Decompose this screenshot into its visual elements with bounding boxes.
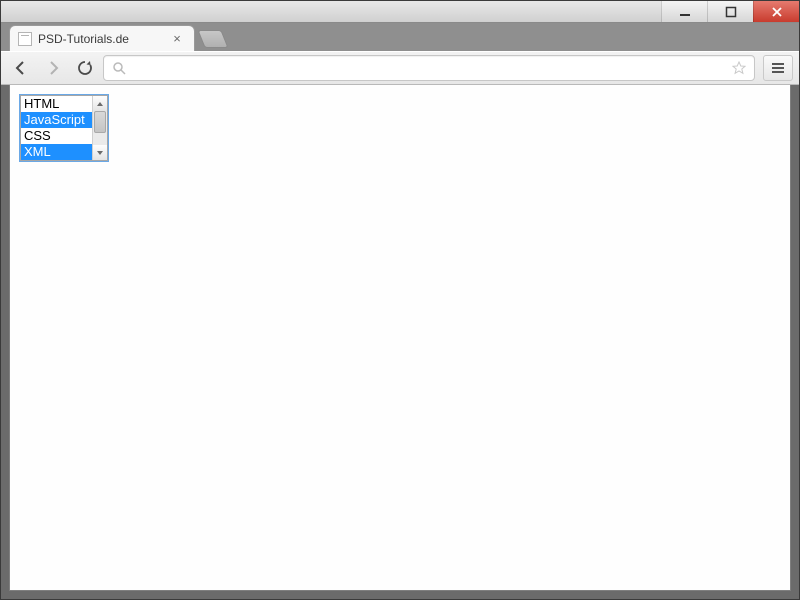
reload-button[interactable] xyxy=(71,55,99,81)
hamburger-icon xyxy=(771,61,785,75)
back-button[interactable] xyxy=(7,55,35,81)
window-minimize-button[interactable] xyxy=(661,1,707,22)
scrollbar-thumb[interactable] xyxy=(94,111,106,133)
scrollbar-track[interactable] xyxy=(93,111,107,145)
page-viewport: HTML JavaScript CSS XML xyxy=(9,85,791,591)
window-titlebar xyxy=(1,1,799,23)
forward-button[interactable] xyxy=(39,55,67,81)
scrollbar-up-button[interactable] xyxy=(93,96,107,111)
search-icon xyxy=(112,61,126,75)
tab-close-button[interactable]: × xyxy=(170,32,184,46)
browser-window: PSD-Tutorials.de × xyxy=(0,0,800,600)
new-tab-button[interactable] xyxy=(197,30,228,48)
tab-strip: PSD-Tutorials.de × xyxy=(1,23,799,51)
bookmark-star-icon[interactable] xyxy=(732,61,746,75)
listbox-option[interactable]: HTML xyxy=(21,96,92,112)
page-body: HTML JavaScript CSS XML xyxy=(10,85,790,590)
address-bar[interactable] xyxy=(103,55,755,81)
browser-toolbar xyxy=(1,51,799,85)
listbox-scrollbar[interactable] xyxy=(92,96,107,160)
multiselect-listbox[interactable]: HTML JavaScript CSS XML xyxy=(20,95,108,161)
browser-menu-button[interactable] xyxy=(763,55,793,81)
browser-tab[interactable]: PSD-Tutorials.de × xyxy=(9,25,195,51)
window-maximize-button[interactable] xyxy=(707,1,753,22)
listbox-option[interactable]: CSS xyxy=(21,128,92,144)
scrollbar-down-button[interactable] xyxy=(93,145,107,160)
listbox-option[interactable]: JavaScript xyxy=(21,112,92,128)
listbox-items: HTML JavaScript CSS XML xyxy=(21,96,92,160)
tab-title: PSD-Tutorials.de xyxy=(38,32,164,46)
page-favicon-icon xyxy=(18,32,32,46)
url-input[interactable] xyxy=(132,61,726,76)
window-close-button[interactable] xyxy=(753,1,799,22)
listbox-option[interactable]: XML xyxy=(21,144,92,160)
